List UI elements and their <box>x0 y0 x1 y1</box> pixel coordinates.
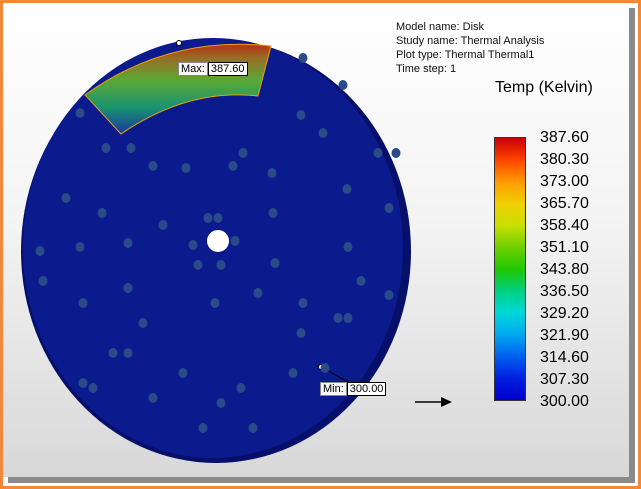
mesh-node-dot <box>213 213 223 223</box>
legend-tick-label: 300.00 <box>540 393 589 410</box>
mesh-node-dot <box>267 168 277 178</box>
mesh-node-dot <box>101 143 111 153</box>
legend-tick-label: 307.30 <box>540 371 589 388</box>
mesh-node-dot <box>343 313 353 323</box>
mesh-node-dot <box>193 260 203 270</box>
max-label: Max: <box>178 62 208 76</box>
mesh-node-dot <box>318 128 328 138</box>
mesh-node-dot <box>108 348 118 358</box>
mesh-node-dot <box>296 110 306 120</box>
legend-tick-label: 314.60 <box>540 349 589 366</box>
mesh-node-dot <box>384 290 394 300</box>
mesh-node-dot <box>296 328 306 338</box>
mesh-node-dot <box>228 161 238 171</box>
mesh-node-dot <box>148 161 158 171</box>
mesh-node-dot <box>356 276 366 286</box>
legend-tick-label: 373.00 <box>540 173 589 190</box>
min-label: Min: <box>320 382 347 396</box>
frame-shadow-bottom <box>8 477 635 483</box>
arrow-head <box>441 397 452 407</box>
time-step-text: Time step: 1 <box>396 63 457 75</box>
mesh-node-dot <box>181 163 191 173</box>
disk-model[interactable] <box>3 3 629 477</box>
center-hole <box>205 228 231 254</box>
mesh-node-dot <box>138 318 148 328</box>
legend-colorbar <box>494 137 526 401</box>
mesh-node-dot <box>230 236 240 246</box>
legend-tick-label: 358.40 <box>540 217 589 234</box>
mesh-node-dot <box>268 208 278 218</box>
graphics-viewport[interactable] <box>3 3 629 477</box>
legend-tick-label: 351.10 <box>540 239 589 256</box>
mesh-node-dot <box>75 108 85 118</box>
study-name-text: Study name: Thermal Analysis <box>396 35 545 47</box>
mesh-node-dot <box>61 193 71 203</box>
mesh-node-dot <box>88 383 98 393</box>
mesh-node-dot <box>253 288 263 298</box>
min-marker[interactable]: Min: 300.00 <box>320 382 387 396</box>
plot-type-text: Plot type: Thermal Thermal1 <box>396 49 535 61</box>
mesh-node-dot <box>338 80 348 90</box>
mesh-node-dot <box>198 423 208 433</box>
mesh-node-dot <box>333 313 343 323</box>
mesh-node-dot <box>35 246 45 256</box>
mesh-node-dot <box>236 383 246 393</box>
mesh-node-dot <box>97 208 107 218</box>
mesh-node-dot <box>373 148 383 158</box>
mesh-node-dot <box>342 184 352 194</box>
mesh-node-dot <box>123 348 133 358</box>
max-probe-point <box>176 40 182 46</box>
mesh-node-dot <box>123 238 133 248</box>
mesh-node-dot <box>210 298 220 308</box>
mesh-node-dot <box>203 213 213 223</box>
mesh-node-dot <box>188 240 198 250</box>
mesh-node-dot <box>126 143 136 153</box>
mesh-node-dot <box>38 276 48 286</box>
mesh-node-dot <box>216 260 226 270</box>
frame-shadow-right <box>629 8 635 482</box>
legend-tick-label: 380.30 <box>540 151 589 168</box>
legend-title: Temp (Kelvin) <box>495 79 593 96</box>
max-value: 387.60 <box>207 62 248 76</box>
max-marker[interactable]: Max: 387.60 <box>178 62 248 76</box>
mesh-node-dot <box>178 368 188 378</box>
mesh-node-dot <box>298 298 308 308</box>
mesh-node-dot <box>78 378 88 388</box>
mesh-node-dot <box>75 242 85 252</box>
legend-tick-label: 387.60 <box>540 129 589 146</box>
legend-tick-label: 321.90 <box>540 327 589 344</box>
mesh-node-dot <box>391 148 401 158</box>
mesh-node-dot <box>270 258 280 268</box>
mesh-node-dot <box>158 220 168 230</box>
legend-tick-label: 336.50 <box>540 283 589 300</box>
mesh-node-dot <box>298 53 308 63</box>
mesh-node-dot <box>216 398 226 408</box>
mesh-node-dot <box>320 363 330 373</box>
legend-tick-label: 329.20 <box>540 305 589 322</box>
mesh-node-dot <box>78 298 88 308</box>
legend-tick-label: 343.80 <box>540 261 589 278</box>
mesh-node-dot <box>288 368 298 378</box>
mesh-node-dot <box>148 393 158 403</box>
model-name-text: Model name: Disk <box>396 21 485 33</box>
min-value: 300.00 <box>346 382 387 396</box>
legend-tick-label: 365.70 <box>540 195 589 212</box>
mesh-node-dot <box>238 148 248 158</box>
mesh-node-dot <box>343 242 353 252</box>
mesh-node-dot <box>248 423 258 433</box>
mesh-node-dot <box>123 283 133 293</box>
mesh-node-dot <box>384 203 394 213</box>
